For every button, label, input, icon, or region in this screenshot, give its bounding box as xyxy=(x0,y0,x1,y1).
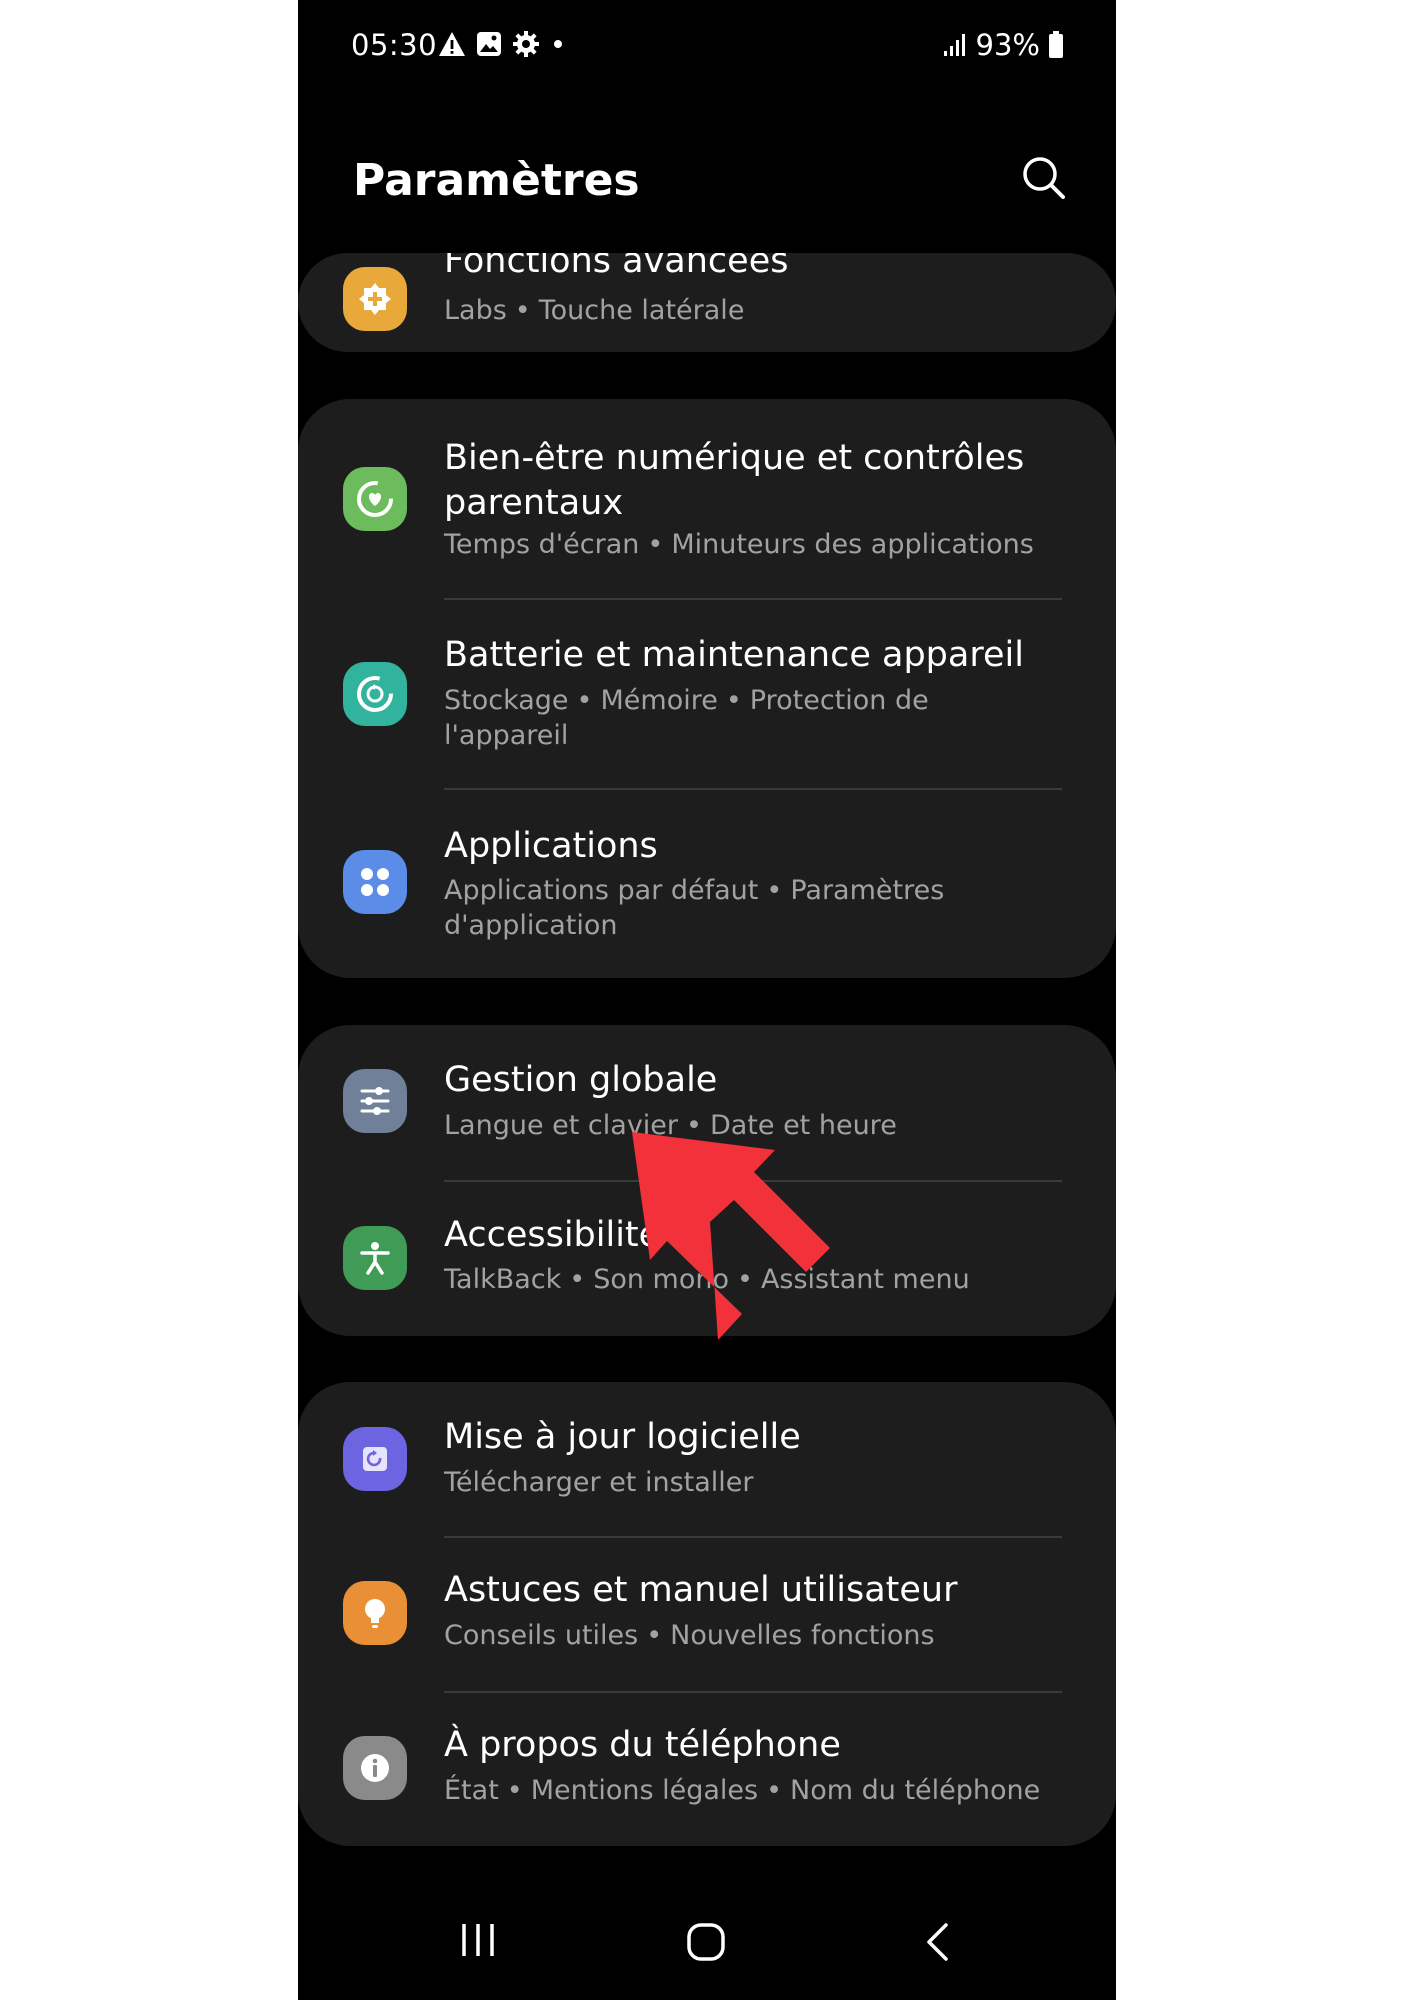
recent-apps-icon[interactable] xyxy=(458,1922,498,1958)
item-title: Accessibilité xyxy=(444,1215,661,1255)
item-subtitle: Applications par défaut • Paramètres d'app… xyxy=(444,875,945,941)
item-title: Batterie et maintenance appareil xyxy=(444,635,1024,675)
settings-gear-icon xyxy=(513,31,539,57)
gallery-icon xyxy=(477,32,501,56)
apps-icon xyxy=(343,850,407,914)
signal-icon xyxy=(943,34,965,56)
software-update-icon xyxy=(343,1427,407,1491)
item-subtitle: Langue et clavier • Date et heure xyxy=(444,1110,897,1141)
item-title: Astuces et manuel utilisateur xyxy=(444,1570,958,1610)
settings-item-digital-wellbeing[interactable]: Bien-être numérique et contrôles parenta… xyxy=(298,399,1116,599)
back-icon[interactable] xyxy=(922,1922,952,1962)
phone-screen: 05:30 93% Paramètres Fonctions avancées xyxy=(298,0,1116,2000)
settings-item-tips[interactable]: Astuces et manuel utilisateur Conseils u… xyxy=(298,1538,1116,1691)
status-time: 05:30 xyxy=(351,28,438,62)
settings-item-about-phone[interactable]: À propos du téléphone État • Mentions léga… xyxy=(298,1693,1116,1846)
settings-group-device: Bien-être numérique et contrôles parenta… xyxy=(298,399,1116,978)
about-phone-icon xyxy=(343,1736,407,1800)
accessibility-icon xyxy=(343,1226,407,1290)
settings-item-software-update[interactable]: Mise à jour logicielle Télécharger et in… xyxy=(298,1382,1116,1536)
page-title: Paramètres xyxy=(353,155,640,206)
settings-item-general-management[interactable]: Gestion globale Langue et clavier • Date e… xyxy=(298,1025,1116,1180)
home-icon[interactable] xyxy=(686,1922,726,1962)
advanced-features-icon xyxy=(343,267,407,331)
notification-dot-icon xyxy=(554,40,562,48)
battery-icon xyxy=(1049,31,1063,58)
item-subtitle: Télécharger et installer xyxy=(444,1467,754,1498)
item-title: Fonctions avancées xyxy=(444,253,789,281)
device-care-icon xyxy=(343,662,407,726)
item-subtitle: Conseils utiles • Nouvelles fonctions xyxy=(444,1620,935,1651)
item-subtitle: TalkBack • Son mono • Assistant menu xyxy=(444,1264,970,1295)
item-subtitle: Stockage • Mémoire • Protection de l'apparei… xyxy=(444,685,929,751)
search-icon[interactable] xyxy=(1016,150,1072,206)
battery-percent: 93% xyxy=(975,28,1040,62)
item-subtitle: Temps d'écran • Minuteurs des applications xyxy=(444,529,1034,560)
status-bar: 05:30 93% xyxy=(298,0,1116,90)
digital-wellbeing-icon xyxy=(343,467,407,531)
navigation-bar xyxy=(298,1880,1116,2000)
item-subtitle: Labs • Touche latérale xyxy=(444,295,745,326)
warning-icon xyxy=(439,32,465,56)
settings-group-about: Mise à jour logicielle Télécharger et in… xyxy=(298,1382,1116,1846)
settings-header: Paramètres xyxy=(298,90,1116,250)
item-title: Gestion globale xyxy=(444,1060,718,1100)
settings-item-advanced-features[interactable]: Fonctions avancées Labs • Touche latérale xyxy=(298,253,1116,352)
general-management-icon xyxy=(343,1069,407,1133)
settings-item-device-care[interactable]: Batterie et maintenance appareil Stockag… xyxy=(298,600,1116,789)
settings-item-apps[interactable]: Applications Applications par défaut • Par… xyxy=(298,790,1116,978)
settings-group-general: Gestion globale Langue et clavier • Date e… xyxy=(298,1025,1116,1336)
settings-item-accessibility[interactable]: Accessibilité TalkBack • Son mono • Assistan… xyxy=(298,1182,1116,1336)
item-title: Applications xyxy=(444,826,658,866)
item-title: Mise à jour logicielle xyxy=(444,1417,801,1457)
item-title: À propos du téléphone xyxy=(444,1725,841,1765)
tips-icon xyxy=(343,1581,407,1645)
item-title: Bien-être numérique et contrôles parenta… xyxy=(444,438,1025,523)
settings-group-advanced: Fonctions avancées Labs • Touche latérale xyxy=(298,253,1116,352)
item-subtitle: État • Mentions légales • Nom du téléphone xyxy=(444,1775,1041,1806)
